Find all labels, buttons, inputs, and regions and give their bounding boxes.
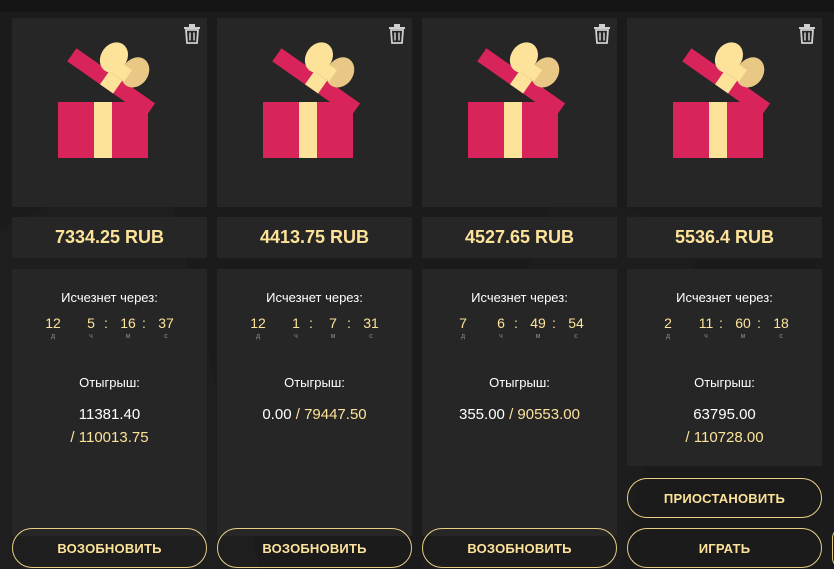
timer-days: 12 (250, 315, 266, 331)
timer-minutes: 7 (329, 315, 337, 331)
countdown-timer: 12 д 5 ч : 16 м : 37 с (12, 315, 207, 345)
timer-separator: : (104, 315, 108, 331)
trash-icon[interactable] (388, 24, 406, 44)
pause-button[interactable]: ПРИОСТАНОВИТЬ (627, 478, 822, 518)
winnings-target: 110013.75 (78, 429, 149, 446)
gift-image-panel (627, 18, 822, 207)
timer-seconds-unit: с (574, 333, 578, 340)
winnings-value: 355.00 / 90553.00 (422, 403, 617, 426)
expires-label: Исчезнет через: (61, 290, 158, 305)
gift-price: 4413.75 RUB (217, 217, 412, 258)
expires-label: Исчезнет через: (471, 290, 568, 305)
timer-hours-unit: ч (294, 333, 298, 340)
timer-minutes-unit: м (740, 333, 746, 340)
timer-minutes-unit: м (125, 333, 131, 340)
gift-price: 4527.65 RUB (422, 217, 617, 258)
gift-image-panel (422, 18, 617, 207)
timer-days-unit: д (255, 333, 261, 340)
winnings-value: 63795.00 / 110728.00 (627, 403, 822, 449)
winnings-slash: / (509, 406, 514, 423)
timer-separator: : (552, 315, 556, 331)
timer-separator: : (347, 315, 351, 331)
timer-days: 2 (664, 315, 672, 331)
winnings-current: 0.00 (262, 406, 292, 423)
resume-button[interactable]: ВОЗОБНОВИТЬ (12, 528, 207, 568)
gift-info-panel: Исчезнет через: 2 д 11 ч : 60 м : 18 с О… (627, 269, 822, 466)
gift-image-panel (217, 18, 412, 207)
gift-icon (58, 36, 156, 158)
timer-minutes: 49 (530, 315, 546, 331)
resume-button[interactable]: ВОЗОБНОВИТЬ (217, 528, 412, 568)
winnings-current: 63795.00 (693, 406, 756, 423)
trash-icon[interactable] (593, 24, 611, 44)
trash-icon[interactable] (183, 24, 201, 44)
resume-button[interactable]: ВОЗОБНОВИТЬ (422, 528, 617, 568)
winnings-label: Отыгрыш: (284, 375, 345, 390)
trash-icon[interactable] (798, 24, 816, 44)
timer-seconds: 18 (773, 315, 789, 331)
timer-seconds: 31 (363, 315, 379, 331)
timer-minutes: 60 (735, 315, 751, 331)
winnings-value: 0.00 / 79447.50 (217, 403, 412, 426)
timer-minutes-unit: м (535, 333, 541, 340)
top-strip (0, 0, 834, 12)
timer-seconds-unit: с (779, 333, 783, 340)
timer-separator: : (757, 315, 761, 331)
gift-info-panel: Исчезнет через: 12 д 1 ч : 7 м : 31 с От… (217, 269, 412, 536)
winnings-label: Отыгрыш: (79, 375, 140, 390)
gift-icon (468, 36, 566, 158)
timer-minutes: 16 (120, 315, 136, 331)
expires-label: Исчезнет через: (266, 290, 363, 305)
timer-separator: : (514, 315, 518, 331)
timer-days: 7 (459, 315, 467, 331)
timer-days: 12 (45, 315, 61, 331)
winnings-slash: / (295, 406, 300, 423)
timer-hours-unit: ч (704, 333, 708, 340)
winnings-target: 79447.50 (304, 406, 367, 423)
timer-seconds: 37 (158, 315, 174, 331)
gift-price: 7334.25 RUB (12, 217, 207, 258)
timer-separator: : (142, 315, 146, 331)
winnings-value: 11381.40 / 110013.75 (12, 403, 207, 449)
gift-icon (263, 36, 361, 158)
gift-icon (673, 36, 771, 158)
timer-separator: : (309, 315, 313, 331)
gift-info-panel: Исчезнет через: 12 д 5 ч : 16 м : 37 с О… (12, 269, 207, 536)
timer-days-unit: д (460, 333, 466, 340)
play-button[interactable]: ИГРАТЬ (627, 528, 822, 568)
timer-hours-unit: ч (499, 333, 503, 340)
countdown-timer: 2 д 11 ч : 60 м : 18 с (627, 315, 822, 345)
timer-seconds-unit: с (369, 333, 373, 340)
winnings-current: 355.00 (459, 406, 505, 423)
timer-seconds-unit: с (164, 333, 168, 340)
winnings-slash: / (685, 429, 690, 446)
winnings-target: 90553.00 (517, 406, 580, 423)
winnings-current: 11381.40 (78, 406, 141, 423)
timer-minutes-unit: м (330, 333, 336, 340)
countdown-timer: 7 д 6 ч : 49 м : 54 с (422, 315, 617, 345)
timer-days-unit: д (50, 333, 56, 340)
expires-label: Исчезнет через: (676, 290, 773, 305)
timer-separator: : (719, 315, 723, 331)
winnings-label: Отыгрыш: (694, 375, 755, 390)
gift-image-panel (12, 18, 207, 207)
winnings-label: Отыгрыш: (489, 375, 550, 390)
winnings-slash: / (70, 429, 75, 446)
winnings-target: 110728.00 (693, 429, 764, 446)
gift-price: 5536.4 RUB (627, 217, 822, 258)
timer-seconds: 54 (568, 315, 584, 331)
timer-days-unit: д (665, 333, 671, 340)
timer-hours-unit: ч (89, 333, 93, 340)
countdown-timer: 12 д 1 ч : 7 м : 31 с (217, 315, 412, 345)
gift-info-panel: Исчезнет через: 7 д 6 ч : 49 м : 54 с От… (422, 269, 617, 536)
